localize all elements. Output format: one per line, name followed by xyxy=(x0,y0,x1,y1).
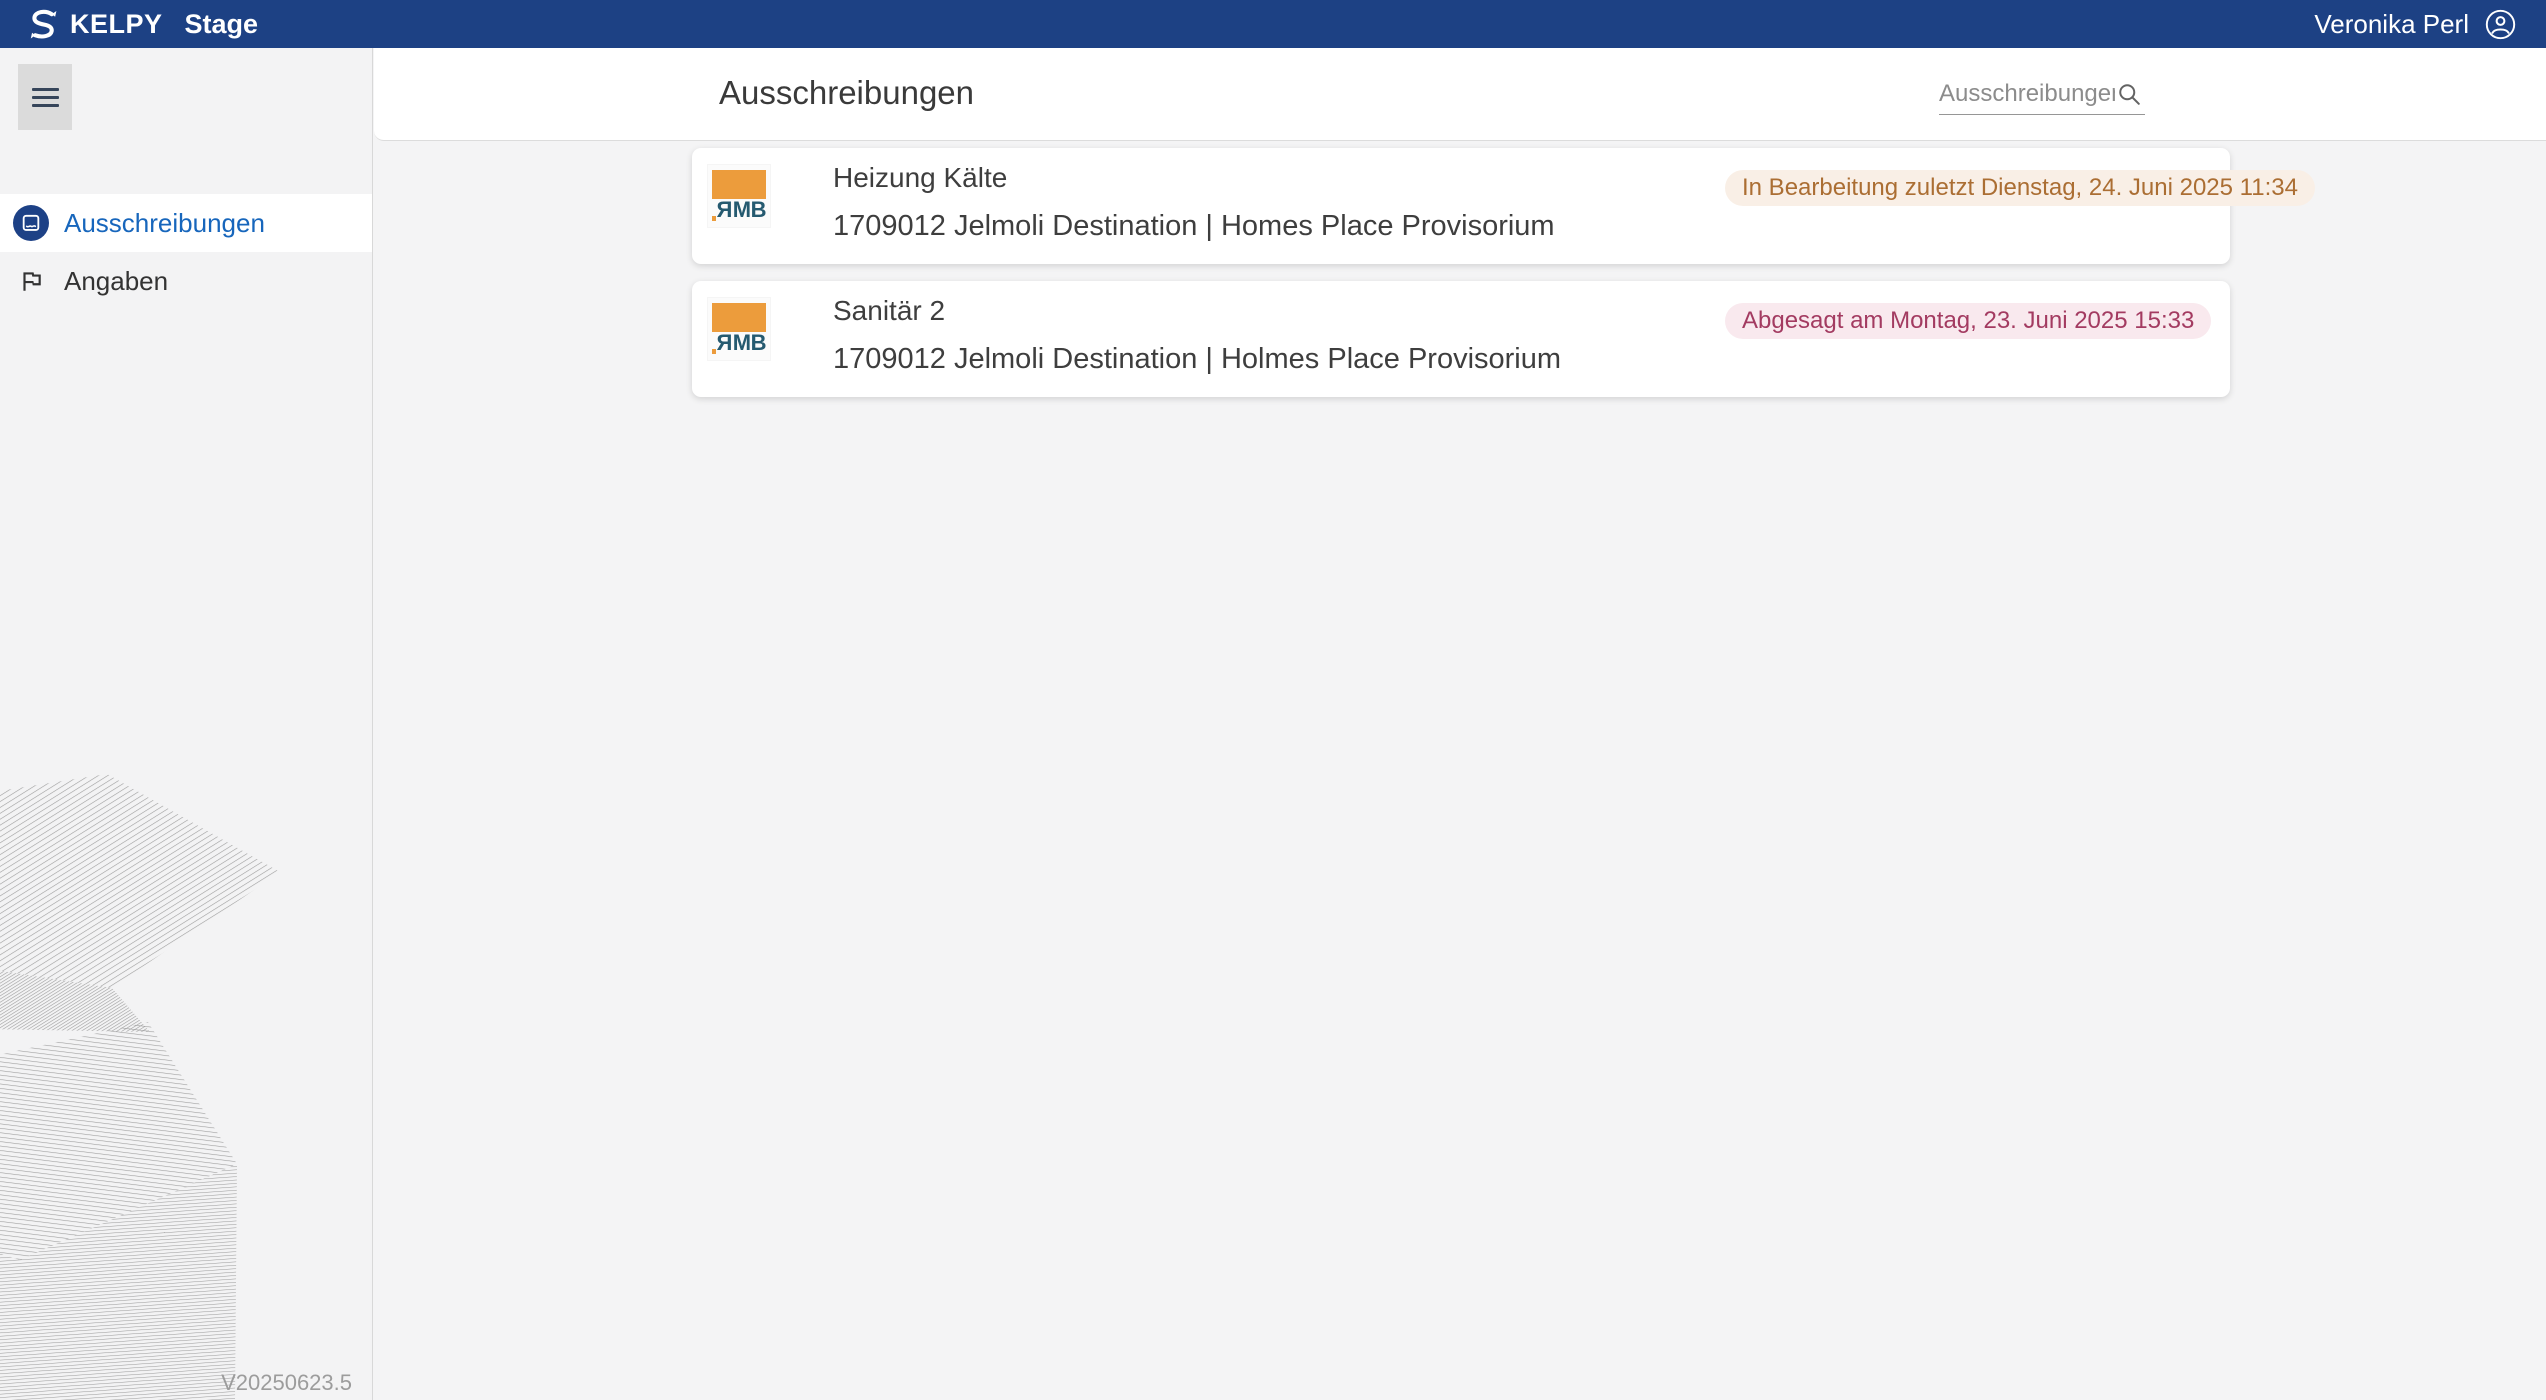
decorative-wireframe-graphic xyxy=(0,774,280,1400)
status-badge: In Bearbeitung zuletzt Dienstag, 24. Jun… xyxy=(1725,170,2315,206)
status-badge: Abgesagt am Montag, 23. Juni 2025 15:33 xyxy=(1725,303,2212,339)
search-field xyxy=(1939,74,2145,115)
environment-label: Stage xyxy=(184,8,259,39)
hamburger-icon xyxy=(31,87,59,91)
laptop-document-icon xyxy=(13,205,49,241)
rmb-logo: R MB xyxy=(708,298,770,360)
tender-card[interactable]: R MB Sanitär 2 1709012 Jelmoli Destinatio… xyxy=(692,281,2230,397)
rmb-logo-rect xyxy=(712,303,766,332)
card-subtitle: 1709012 Jelmoli Destination | Holmes Pla… xyxy=(833,343,1562,375)
page-header: Ausschreibungen xyxy=(374,48,2546,141)
user-name: Veronika Perl xyxy=(2314,8,2469,39)
rmb-logo-rect xyxy=(712,170,766,199)
card-subtitle: 1709012 Jelmoli Destination | Homes Plac… xyxy=(833,210,1555,242)
brand: KELPY Stage xyxy=(26,8,258,40)
sidebar-item-ausschreibungen[interactable]: Ausschreibungen xyxy=(0,194,372,252)
version-label: V20250623.5 xyxy=(221,1370,352,1395)
top-navbar: KELPY Stage Veronika Perl xyxy=(0,0,2546,48)
card-title: Sanitär 2 xyxy=(833,295,946,326)
search-input[interactable] xyxy=(1939,80,2115,108)
hamburger-menu-button[interactable] xyxy=(18,64,72,130)
app-root: KELPY Stage Veronika Perl Ausschreibunge… xyxy=(0,0,2546,1400)
rmb-logo: R MB xyxy=(708,165,770,227)
search-icon[interactable] xyxy=(2115,80,2143,108)
rmb-logo-text: R MB xyxy=(712,330,767,356)
brand-name: KELPY xyxy=(70,8,163,39)
account-icon xyxy=(2485,9,2516,40)
sidebar-item-angaben[interactable]: Angaben xyxy=(0,252,372,310)
flag-icon xyxy=(18,268,44,294)
sidebar-nav: Ausschreibungen Angaben xyxy=(0,194,372,310)
page-title: Ausschreibungen xyxy=(719,74,975,111)
sidebar-item-label: Ausschreibungen xyxy=(64,207,265,238)
sidebar-item-label: Angaben xyxy=(64,265,169,296)
card-title: Heizung Kälte xyxy=(833,162,1008,193)
user-menu[interactable]: Veronika Perl xyxy=(2314,9,2516,40)
sidebar: Ausschreibungen Angaben V20250623.5 xyxy=(0,48,373,1400)
rmb-logo-text: R MB xyxy=(712,197,767,223)
tender-card[interactable]: R MB Heizung Kälte 1709012 Jelmoli Destin… xyxy=(692,148,2315,264)
kelpy-logo-icon xyxy=(26,8,58,40)
